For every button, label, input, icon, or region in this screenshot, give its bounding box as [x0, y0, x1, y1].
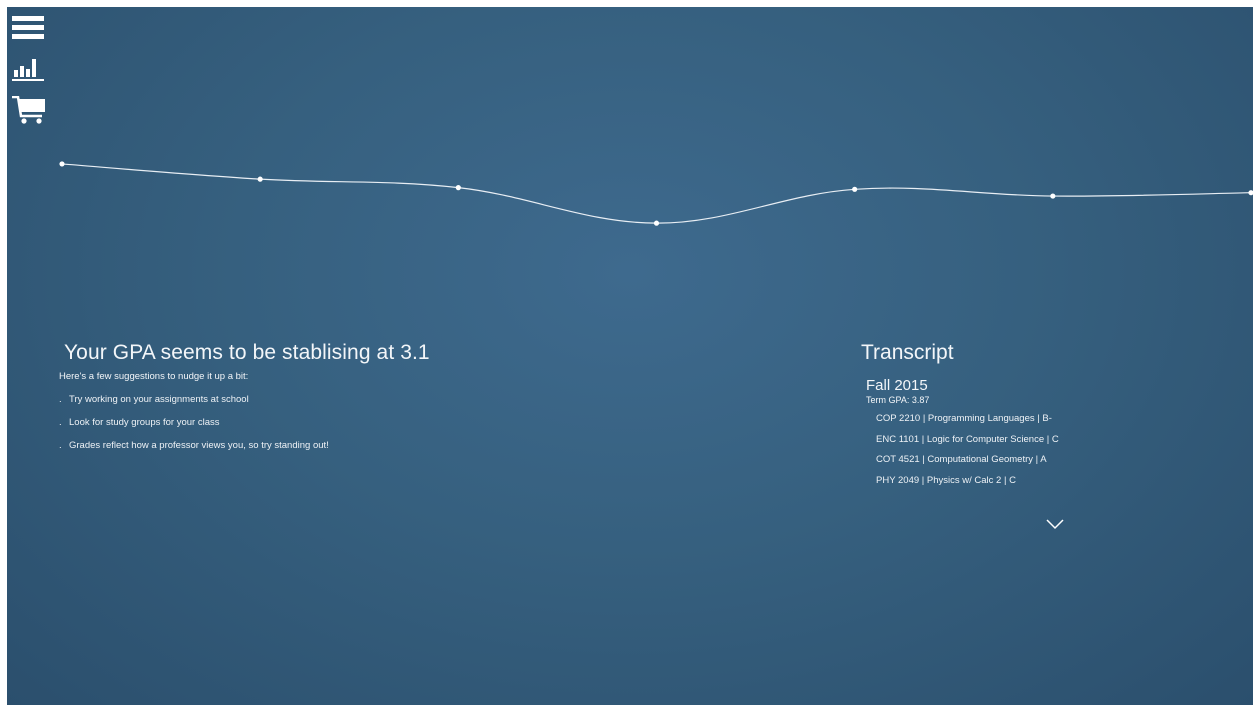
- term-gpa: Term GPA: 3.87: [866, 395, 930, 405]
- transcript-panel: Transcript Fall 2015 Term GPA: 3.87 COP …: [861, 341, 1161, 495]
- gpa-data-point[interactable]: [1248, 190, 1253, 196]
- bullet: .: [59, 417, 62, 428]
- suggestion-item: . Grades reflect how a professor views yo…: [59, 440, 579, 463]
- term-name: Fall 2015: [866, 377, 928, 394]
- gpa-series-line: [61, 163, 1252, 224]
- gpa-insights: Your GPA seems to be stablising at 3.1 H…: [59, 341, 579, 463]
- suggestion-text: Grades reflect how a professor views you…: [69, 440, 329, 451]
- suggestion-text: Try working on your assignments at schoo…: [69, 394, 249, 405]
- suggestions-intro: Here's a few suggestions to nudge it up …: [59, 371, 249, 382]
- gpa-data-point[interactable]: [852, 186, 858, 192]
- gpa-data-point[interactable]: [257, 176, 263, 182]
- gpa-data-point[interactable]: [1050, 193, 1056, 199]
- bullet: .: [59, 394, 62, 405]
- app-panel: Your GPA seems to be stablising at 3.1 H…: [7, 7, 1253, 705]
- suggestions-list: . Try working on your assignments at scho…: [59, 394, 579, 463]
- gpa-data-point[interactable]: [455, 185, 461, 191]
- transcript-title: Transcript: [861, 341, 954, 364]
- suggestion-item: . Look for study groups for your class: [59, 417, 579, 440]
- course-item: COP 2210 | Programming Languages | B-: [876, 413, 1052, 424]
- course-item: COT 4521 | Computational Geometry | A: [876, 454, 1047, 465]
- gpa-headline: Your GPA seems to be stablising at 3.1: [64, 341, 430, 364]
- course-item: ENC 1101 | Logic for Computer Science | …: [876, 433, 1059, 445]
- suggestion-item: . Try working on your assignments at scho…: [59, 394, 579, 417]
- chevron-down-icon[interactable]: [1046, 519, 1064, 530]
- course-item: PHY 2049 | Physics w/ Calc 2 | C: [876, 474, 1016, 486]
- suggestion-text: Look for study groups for your class: [69, 417, 220, 428]
- gpa-trend-chart: [59, 161, 1253, 226]
- gpa-data-point[interactable]: [653, 220, 660, 226]
- gpa-data-point[interactable]: [59, 161, 65, 167]
- bullet: .: [59, 440, 62, 451]
- course-list: COP 2210 | Programming Languages | B- EN…: [876, 413, 1161, 495]
